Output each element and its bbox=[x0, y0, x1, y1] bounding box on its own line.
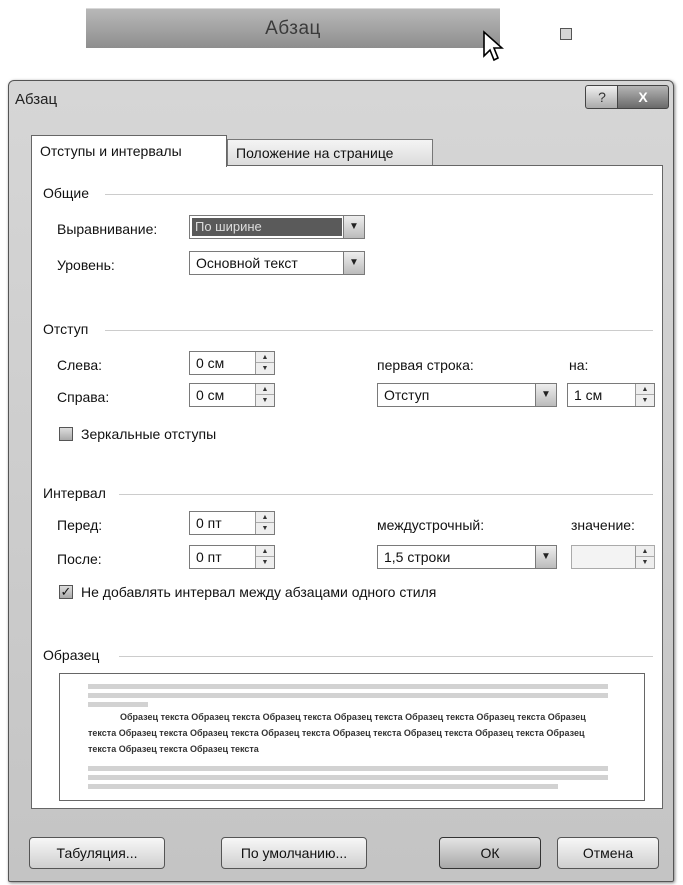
help-button[interactable]: ? bbox=[585, 85, 619, 109]
spacing-before-label: Перед: bbox=[57, 517, 103, 533]
spacing-before-spinner[interactable]: 0 пт ▲ ▼ bbox=[189, 511, 275, 535]
alignment-select[interactable]: По ширине ▼ bbox=[189, 215, 365, 239]
preview-previous-line bbox=[88, 693, 608, 698]
line-spacing-label: междустрочный: bbox=[377, 517, 485, 533]
spin-buttons[interactable]: ▲ ▼ bbox=[255, 352, 274, 374]
section-general-heading: Общие bbox=[43, 185, 90, 201]
spin-up-icon[interactable]: ▲ bbox=[256, 384, 274, 395]
indent-right-spinner[interactable]: 0 см ▲ ▼ bbox=[189, 383, 275, 407]
chevron-down-icon[interactable]: ▼ bbox=[343, 216, 364, 238]
first-line-label: первая строка: bbox=[377, 357, 474, 373]
dialog-title: Абзац bbox=[15, 91, 58, 108]
level-value: Основной текст bbox=[196, 255, 298, 271]
first-line-select[interactable]: Отступ ▼ bbox=[377, 383, 557, 407]
spin-up-icon[interactable]: ▲ bbox=[636, 384, 654, 395]
section-indent-heading: Отступ bbox=[43, 321, 89, 337]
section-spacing-heading: Интервал bbox=[43, 485, 106, 501]
chevron-down-icon[interactable]: ▼ bbox=[343, 252, 364, 274]
spin-down-icon[interactable]: ▼ bbox=[636, 557, 654, 568]
spin-down-icon[interactable]: ▼ bbox=[256, 523, 274, 534]
spacing-after-spinner[interactable]: 0 пт ▲ ▼ bbox=[189, 545, 275, 569]
chevron-down-icon[interactable]: ▼ bbox=[535, 546, 556, 568]
preview-sample-line: Образец текста Образец текста Образец те… bbox=[120, 712, 586, 722]
section-preview-heading: Образец bbox=[43, 647, 100, 663]
line-spacing-value: 1,5 строки bbox=[384, 549, 451, 565]
set-default-button[interactable]: По умолчанию... bbox=[221, 837, 367, 869]
cancel-button[interactable]: Отмена bbox=[557, 837, 659, 869]
no-space-same-style-checkbox[interactable]: ✓ bbox=[59, 585, 73, 599]
spacing-after-value: 0 пт bbox=[196, 549, 222, 565]
spin-buttons[interactable]: ▲ ▼ bbox=[635, 384, 654, 406]
indent-by-spinner[interactable]: 1 см ▲ ▼ bbox=[567, 383, 655, 407]
ribbon-group-label: Абзац bbox=[265, 18, 321, 39]
line-spacing-select[interactable]: 1,5 строки ▼ bbox=[377, 545, 557, 569]
indent-left-value: 0 см bbox=[196, 355, 225, 371]
indent-left-label: Слева: bbox=[57, 357, 103, 373]
spacing-after-label: После: bbox=[57, 551, 102, 567]
preview-previous-line bbox=[88, 684, 608, 689]
spin-up-icon[interactable]: ▲ bbox=[636, 546, 654, 557]
spin-up-icon[interactable]: ▲ bbox=[256, 512, 274, 523]
mouse-pointer-icon bbox=[483, 30, 504, 62]
spin-buttons[interactable]: ▲ ▼ bbox=[255, 512, 274, 534]
preview-sample-line: текста Образец текста Образец текста bbox=[88, 744, 259, 754]
paragraph-dialog: Абзац ? X Отступы и интервалы Положение … bbox=[8, 80, 674, 882]
paragraph-preview: Образец текста Образец текста Образец те… bbox=[59, 673, 645, 801]
indent-by-value: 1 см bbox=[574, 387, 603, 403]
spacing-before-value: 0 пт bbox=[196, 515, 222, 531]
spacing-at-label: значение: bbox=[571, 517, 635, 533]
spin-down-icon[interactable]: ▼ bbox=[256, 557, 274, 568]
spin-up-icon[interactable]: ▲ bbox=[256, 546, 274, 557]
preview-next-line bbox=[88, 766, 608, 771]
alignment-value: По ширине bbox=[192, 218, 342, 236]
preview-previous-line bbox=[88, 702, 148, 707]
level-select[interactable]: Основной текст ▼ bbox=[189, 251, 365, 275]
level-label: Уровень: bbox=[57, 257, 115, 273]
preview-next-line bbox=[88, 775, 608, 780]
spin-buttons[interactable]: ▲ ▼ bbox=[255, 384, 274, 406]
tabs-button[interactable]: Табуляция... bbox=[29, 837, 165, 869]
spin-up-icon[interactable]: ▲ bbox=[256, 352, 274, 363]
alignment-label: Выравнивание: bbox=[57, 221, 158, 237]
first-line-value: Отступ bbox=[384, 387, 430, 403]
spin-down-icon[interactable]: ▼ bbox=[636, 395, 654, 406]
mirror-indents-label: Зеркальные отступы bbox=[81, 426, 217, 442]
ribbon-group-paragraph: Абзац bbox=[86, 8, 572, 48]
chevron-down-icon[interactable]: ▼ bbox=[535, 384, 556, 406]
spin-buttons[interactable]: ▲ ▼ bbox=[255, 546, 274, 568]
section-divider bbox=[105, 330, 653, 331]
ok-button[interactable]: ОК bbox=[439, 837, 541, 869]
section-divider bbox=[119, 656, 653, 657]
indent-by-label: на: bbox=[569, 357, 589, 373]
section-divider bbox=[105, 194, 653, 195]
tab-line-page-breaks[interactable]: Положение на странице bbox=[227, 139, 433, 165]
indent-left-spinner[interactable]: 0 см ▲ ▼ bbox=[189, 351, 275, 375]
preview-next-line bbox=[88, 784, 558, 789]
spin-down-icon[interactable]: ▼ bbox=[256, 363, 274, 374]
indent-right-value: 0 см bbox=[196, 387, 225, 403]
indent-right-label: Справа: bbox=[57, 389, 110, 405]
spacing-at-spinner[interactable]: ▲ ▼ bbox=[571, 545, 655, 569]
spin-down-icon[interactable]: ▼ bbox=[256, 395, 274, 406]
no-space-same-style-label: Не добавлять интервал между абзацами одн… bbox=[81, 584, 437, 600]
close-button[interactable]: X bbox=[617, 85, 669, 109]
spin-buttons[interactable]: ▲ ▼ bbox=[635, 546, 654, 568]
mirror-indents-checkbox[interactable] bbox=[59, 427, 73, 441]
preview-sample-line: текста Образец текста Образец текста Обр… bbox=[88, 728, 585, 738]
dialog-launcher-icon[interactable] bbox=[560, 28, 572, 40]
section-divider bbox=[119, 494, 653, 495]
tab-indents-spacing[interactable]: Отступы и интервалы bbox=[31, 135, 227, 167]
